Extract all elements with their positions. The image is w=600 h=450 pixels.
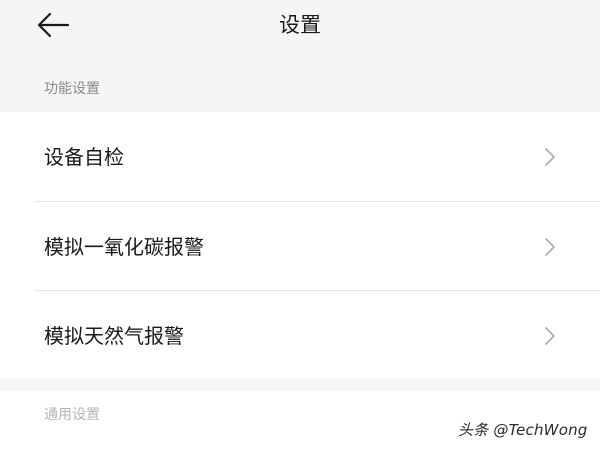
chevron-right-icon	[545, 327, 555, 345]
page-title: 设置	[279, 13, 321, 37]
list-item-label: 设备自检	[44, 145, 124, 169]
top-bar: 设置	[0, 0, 600, 50]
section-header-function: 功能设置	[44, 81, 100, 97]
list-item-simulate-co-alarm[interactable]: 模拟一氧化碳报警	[0, 202, 600, 291]
chevron-right-icon	[545, 238, 555, 256]
list-item-device-self-check[interactable]: 设备自检	[0, 112, 600, 201]
chevron-right-icon	[545, 148, 555, 166]
function-settings-group: 设备自检 模拟一氧化碳报警 模拟天然气报警	[0, 112, 600, 379]
watermark: 头条 @TechWong	[458, 421, 588, 439]
section-header-general: 通用设置	[44, 407, 100, 423]
list-item-simulate-gas-alarm[interactable]: 模拟天然气报警	[0, 291, 600, 380]
list-item-label: 模拟天然气报警	[44, 324, 184, 348]
list-item-label: 模拟一氧化碳报警	[44, 235, 204, 259]
